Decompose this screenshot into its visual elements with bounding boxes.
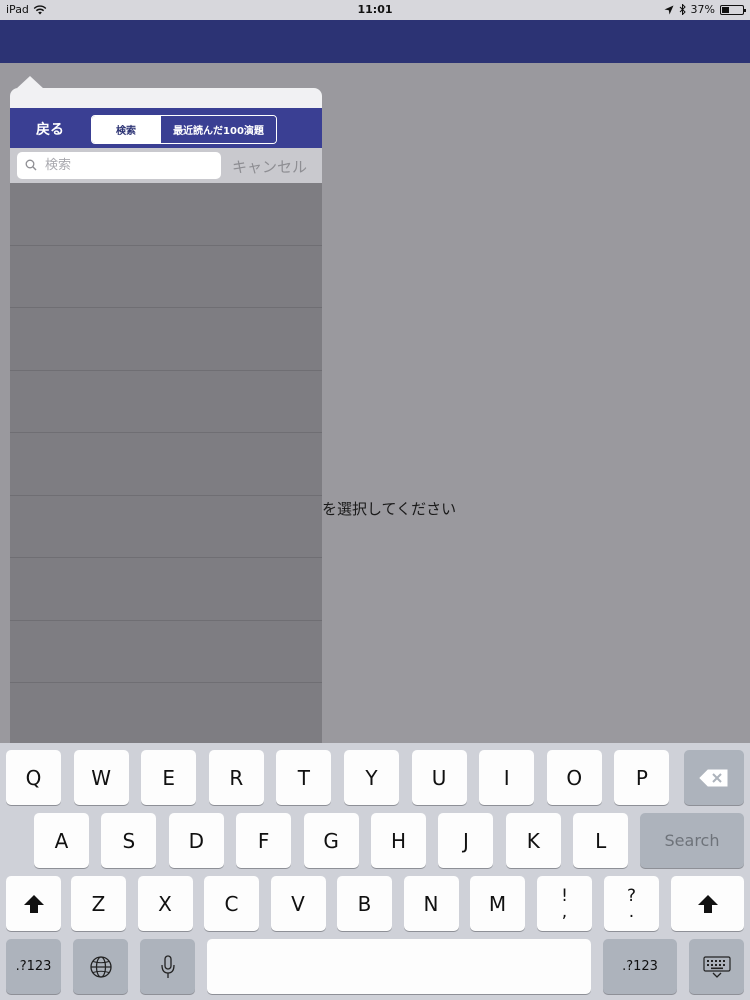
backspace-key[interactable] <box>684 750 744 805</box>
result-row[interactable] <box>10 245 322 308</box>
numbers-key-right[interactable]: .?123 <box>603 939 677 994</box>
globe-key[interactable] <box>73 939 128 994</box>
key-m[interactable]: M <box>470 876 525 931</box>
comma-label: , <box>561 901 568 922</box>
globe-icon <box>89 955 112 978</box>
dictation-key[interactable] <box>140 939 195 994</box>
segment-search[interactable]: 検索 <box>92 116 160 143</box>
result-list <box>10 183 322 744</box>
bluetooth-icon <box>679 4 686 15</box>
period-label: . <box>628 901 635 922</box>
backspace-icon <box>699 769 728 786</box>
search-input[interactable] <box>17 152 221 179</box>
numbers-key-left[interactable]: .?123 <box>6 939 61 994</box>
key-k[interactable]: K <box>505 813 561 868</box>
popover-navbar: 戻る 検索 最近読んだ100演題 <box>10 108 322 148</box>
search-popover: 戻る 検索 最近読んだ100演題 キャンセル <box>10 88 322 744</box>
key-s[interactable]: S <box>101 813 157 868</box>
key-d[interactable]: D <box>168 813 224 868</box>
result-row[interactable] <box>10 558 322 621</box>
result-row[interactable] <box>10 370 322 433</box>
exclamation-comma-key[interactable]: ! , <box>537 876 592 931</box>
result-row[interactable] <box>10 183 322 246</box>
location-arrow-icon <box>664 5 674 14</box>
search-bar: キャンセル <box>10 148 322 183</box>
cancel-button[interactable]: キャンセル <box>232 156 307 177</box>
result-row[interactable] <box>10 620 322 683</box>
popover-header-strip <box>10 88 322 108</box>
key-h[interactable]: H <box>371 813 426 868</box>
key-o[interactable]: O <box>546 750 602 805</box>
key-w[interactable]: W <box>73 750 129 805</box>
result-row[interactable] <box>10 495 322 558</box>
battery-level-fill <box>722 6 730 13</box>
app-navbar <box>0 20 750 63</box>
clock: 11:01 <box>357 3 393 16</box>
key-u[interactable]: U <box>411 750 467 805</box>
question-period-key[interactable]: ? . <box>604 876 659 931</box>
segment-recent[interactable]: 最近読んだ100演題 <box>160 116 276 143</box>
microphone-icon <box>160 954 175 978</box>
shift-icon <box>697 894 718 913</box>
shift-icon <box>23 894 44 913</box>
shift-key-right[interactable] <box>671 876 744 931</box>
status-bar: iPad 11:01 37% <box>0 0 750 20</box>
battery-percent: 37% <box>690 3 715 16</box>
key-l[interactable]: L <box>573 813 629 868</box>
space-bar[interactable] <box>207 939 591 994</box>
shift-key-left[interactable] <box>6 876 61 931</box>
dismiss-keyboard-icon <box>702 955 731 978</box>
dismiss-keyboard-key[interactable] <box>689 939 744 994</box>
key-a[interactable]: A <box>34 813 89 868</box>
search-key[interactable]: Search <box>640 813 744 868</box>
key-c[interactable]: C <box>204 876 259 931</box>
key-v[interactable]: V <box>270 876 326 931</box>
key-j[interactable]: J <box>438 813 494 868</box>
back-button[interactable]: 戻る <box>36 119 64 139</box>
key-n[interactable]: N <box>403 876 459 931</box>
key-i[interactable]: I <box>479 750 535 805</box>
result-row[interactable] <box>10 308 322 371</box>
status-right: 37% <box>664 3 746 16</box>
key-t[interactable]: T <box>276 750 332 805</box>
search-icon <box>25 159 37 171</box>
onscreen-keyboard: Search ! , ? . .?123 .?123 Q W E R T Y U… <box>0 743 750 1000</box>
key-p[interactable]: P <box>614 750 670 805</box>
key-z[interactable]: Z <box>71 876 126 931</box>
key-y[interactable]: Y <box>344 750 399 805</box>
key-e[interactable]: E <box>141 750 197 805</box>
battery-icon <box>720 4 746 15</box>
result-row[interactable] <box>10 433 322 496</box>
key-b[interactable]: B <box>337 876 392 931</box>
key-f[interactable]: F <box>236 813 292 868</box>
segmented-control: 検索 最近読んだ100演題 <box>91 115 277 144</box>
key-q[interactable]: Q <box>6 750 61 805</box>
key-g[interactable]: G <box>303 813 359 868</box>
result-row[interactable] <box>10 683 322 744</box>
detail-placeholder-text: を選択してください <box>322 500 457 518</box>
key-x[interactable]: X <box>137 876 193 931</box>
key-r[interactable]: R <box>208 750 264 805</box>
